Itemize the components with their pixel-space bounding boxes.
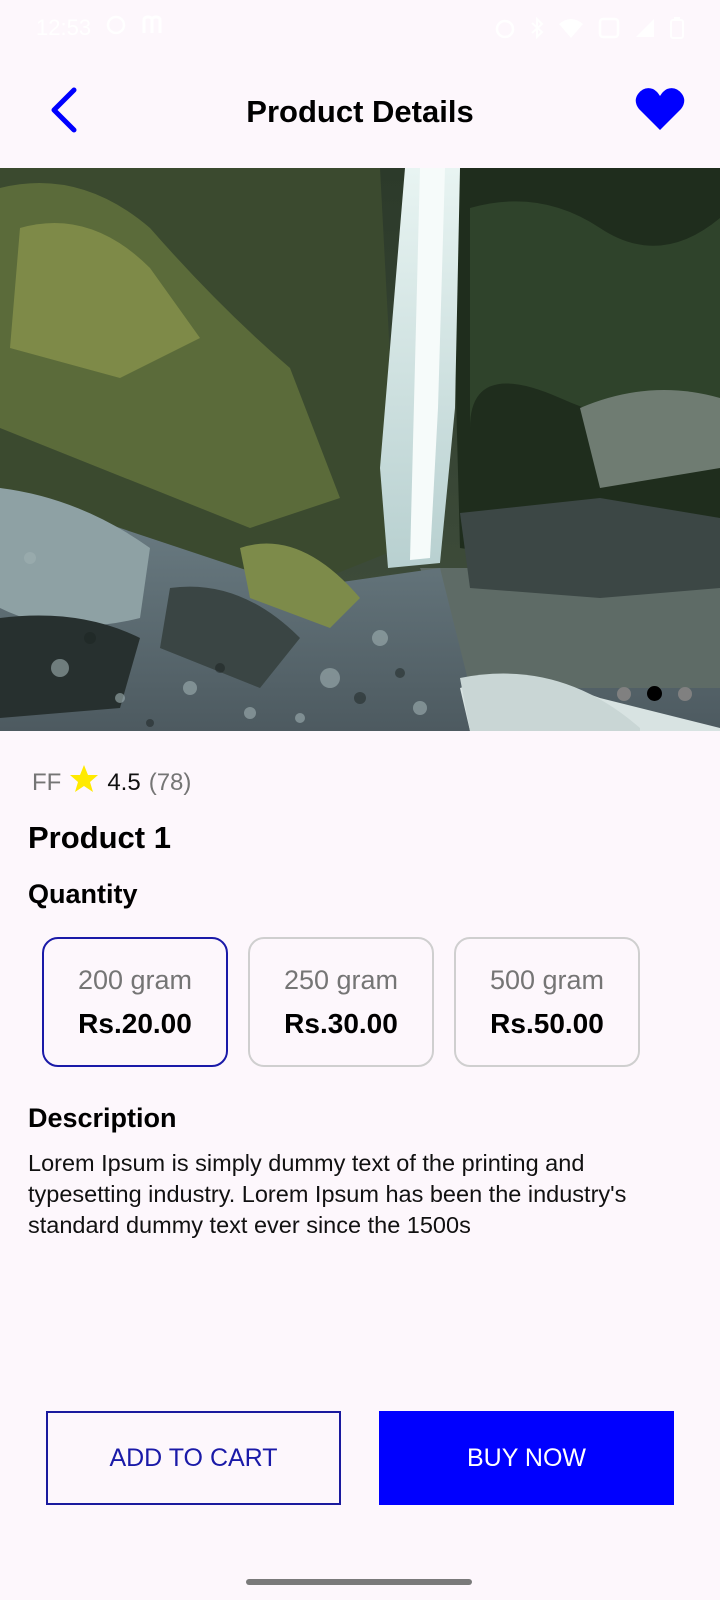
quantity-option-200g[interactable]: 200 gram Rs.20.00 bbox=[42, 937, 228, 1067]
app-bar: Product Details bbox=[0, 56, 720, 168]
option-price: Rs.20.00 bbox=[78, 1007, 192, 1039]
status-left: 12:53 bbox=[36, 14, 171, 42]
bluetooth-icon bbox=[530, 17, 544, 39]
product-image bbox=[0, 168, 720, 731]
option-weight: 200 gram bbox=[77, 964, 193, 995]
quantity-option-500g[interactable]: 500 gram Rs.50.00 bbox=[454, 937, 640, 1067]
chevron-left-icon bbox=[49, 87, 79, 138]
brand-name: FF bbox=[32, 768, 62, 796]
review-count: (78) bbox=[148, 768, 192, 796]
quantity-option-250g[interactable]: 250 gram Rs.30.00 bbox=[248, 937, 434, 1067]
quantity-options: 200 gram Rs.20.00 250 gram Rs.30.00 500 … bbox=[42, 937, 640, 1067]
product-details-screen: 12:53 Product Details FF 4.5 (78) Produc… bbox=[0, 0, 720, 1600]
carousel-dots bbox=[617, 686, 692, 701]
sync-icon bbox=[105, 14, 127, 42]
status-right bbox=[494, 17, 684, 39]
status-time: 12:53 bbox=[36, 15, 92, 40]
description-label: Description bbox=[28, 1103, 177, 1133]
data-icon bbox=[598, 17, 620, 39]
page-title: Product Details bbox=[246, 94, 474, 129]
status-bar: 12:53 bbox=[0, 0, 720, 56]
carousel-dot-3[interactable] bbox=[678, 686, 692, 701]
option-weight: 250 gram bbox=[283, 964, 399, 995]
battery-icon bbox=[670, 17, 684, 39]
rating-row: FF 4.5 (78) bbox=[32, 764, 191, 801]
quantity-label: Quantity bbox=[28, 879, 138, 909]
favorite-button[interactable] bbox=[632, 84, 688, 138]
star-icon bbox=[69, 764, 99, 801]
option-price: Rs.30.00 bbox=[284, 1007, 398, 1039]
home-indicator[interactable] bbox=[246, 1579, 472, 1585]
alarm-icon bbox=[494, 17, 516, 39]
wifi-icon bbox=[558, 17, 584, 39]
product-image-carousel[interactable] bbox=[0, 168, 720, 731]
add-to-cart-button[interactable]: ADD TO CART bbox=[46, 1411, 341, 1505]
back-button[interactable] bbox=[40, 86, 88, 138]
heart-icon bbox=[635, 87, 685, 136]
option-price: Rs.50.00 bbox=[490, 1007, 604, 1039]
rating-value: 4.5 bbox=[107, 768, 141, 796]
carousel-dot-1[interactable] bbox=[617, 686, 631, 701]
option-weight: 500 gram bbox=[489, 964, 605, 995]
signal-icon bbox=[634, 17, 656, 39]
buy-now-button[interactable]: BUY NOW bbox=[379, 1411, 674, 1505]
product-name: Product 1 bbox=[28, 820, 171, 855]
description-text: Lorem Ipsum is simply dummy text of the … bbox=[28, 1150, 627, 1238]
messenger-icon bbox=[141, 14, 171, 42]
carousel-dot-2[interactable] bbox=[647, 686, 662, 701]
